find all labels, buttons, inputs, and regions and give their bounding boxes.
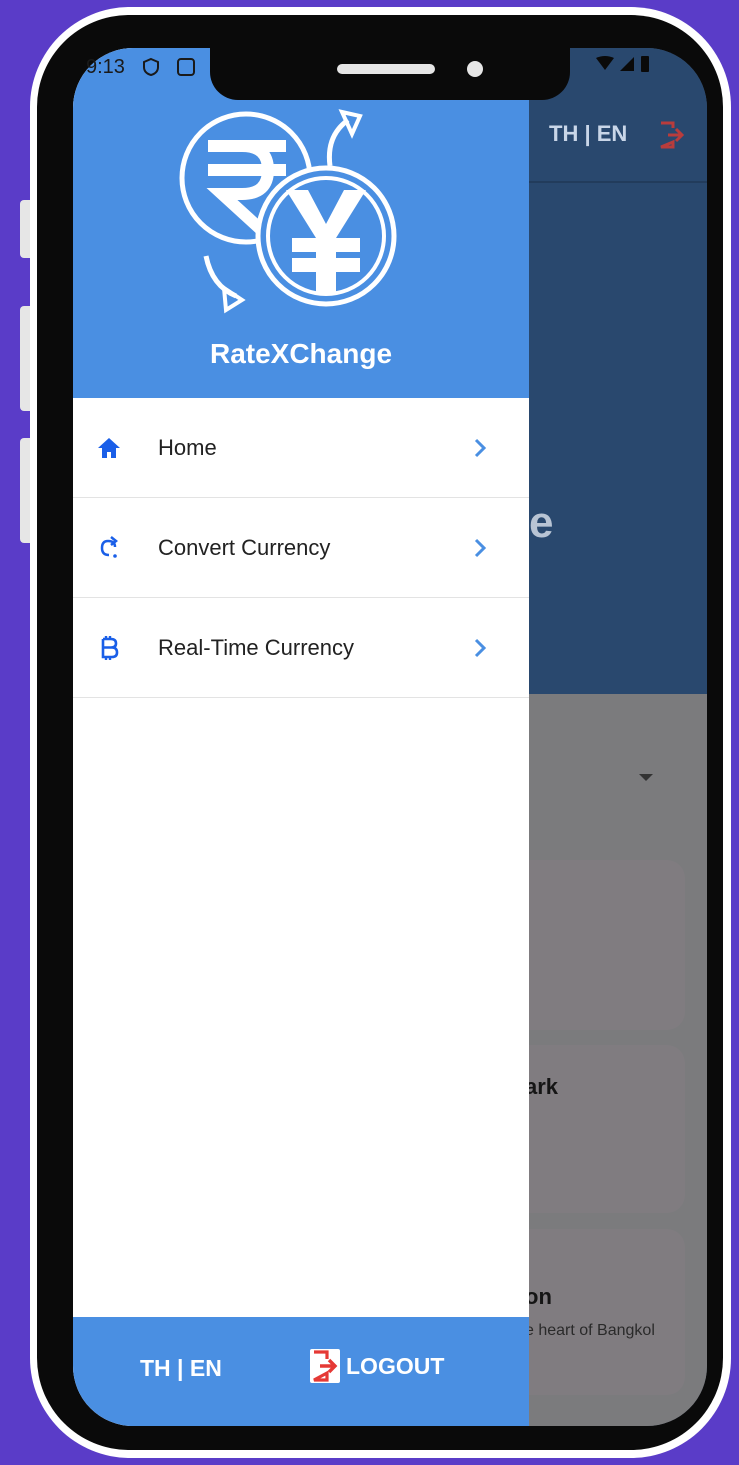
signal-icon	[620, 57, 635, 71]
home-icon	[98, 437, 120, 458]
logout-icon	[660, 121, 685, 149]
ratexchange-logo	[179, 109, 397, 314]
drawer-header: RateXChange	[73, 48, 529, 398]
language-toggle[interactable]: TH | EN	[140, 1355, 222, 1382]
background-title-fragment: e	[529, 498, 554, 547]
chevron-right-icon	[474, 638, 487, 657]
drawer-menu: Home Convert Currency Real-Time Currency	[73, 398, 529, 698]
phone-speaker	[337, 64, 435, 74]
status-time: 9:13	[86, 56, 125, 78]
logout-button[interactable]: LOGOUT	[310, 1349, 444, 1383]
phone-screen: TH | EN e ark on e heart of Bangkol Rate…	[73, 48, 707, 1426]
phone-side-button	[20, 200, 30, 258]
menu-item-label: Convert Currency	[158, 534, 331, 560]
logout-label: LOGOUT	[346, 1352, 445, 1379]
background-card-subtitle: e heart of Bangkol	[525, 1322, 655, 1339]
sim-icon	[177, 58, 196, 76]
battery-icon	[640, 56, 649, 72]
background-divider	[529, 181, 707, 183]
status-icons-right	[595, 55, 650, 73]
background-card-title: on	[525, 1284, 552, 1309]
menu-item-home[interactable]: Home	[73, 398, 529, 498]
chevron-right-icon	[474, 438, 487, 457]
shield-icon	[143, 57, 159, 77]
phone-side-button	[20, 306, 30, 411]
menu-item-real-time-currency[interactable]: Real-Time Currency	[73, 598, 529, 698]
background-lang-toggle: TH | EN	[549, 121, 628, 146]
phone-side-button	[20, 438, 30, 543]
status-icons-left	[142, 57, 196, 77]
phone-camera	[467, 61, 483, 77]
bitcoin-icon	[101, 635, 119, 660]
convert-arrow-icon	[100, 535, 119, 558]
app-name: RateXChange	[209, 338, 393, 369]
drawer-footer: TH | EN LOGOUT	[73, 1317, 529, 1426]
logout-icon	[310, 1349, 340, 1383]
navigation-drawer: RateXChange Home Convert Currency Real-T…	[73, 48, 529, 1426]
wifi-icon	[596, 56, 614, 70]
menu-item-label: Real-Time Currency	[158, 634, 355, 660]
dropdown-caret-icon	[639, 774, 653, 781]
menu-item-convert-currency[interactable]: Convert Currency	[73, 498, 529, 598]
background-card-title: ark	[525, 1074, 559, 1099]
chevron-right-icon	[474, 538, 487, 557]
menu-item-label: Home	[158, 434, 217, 460]
